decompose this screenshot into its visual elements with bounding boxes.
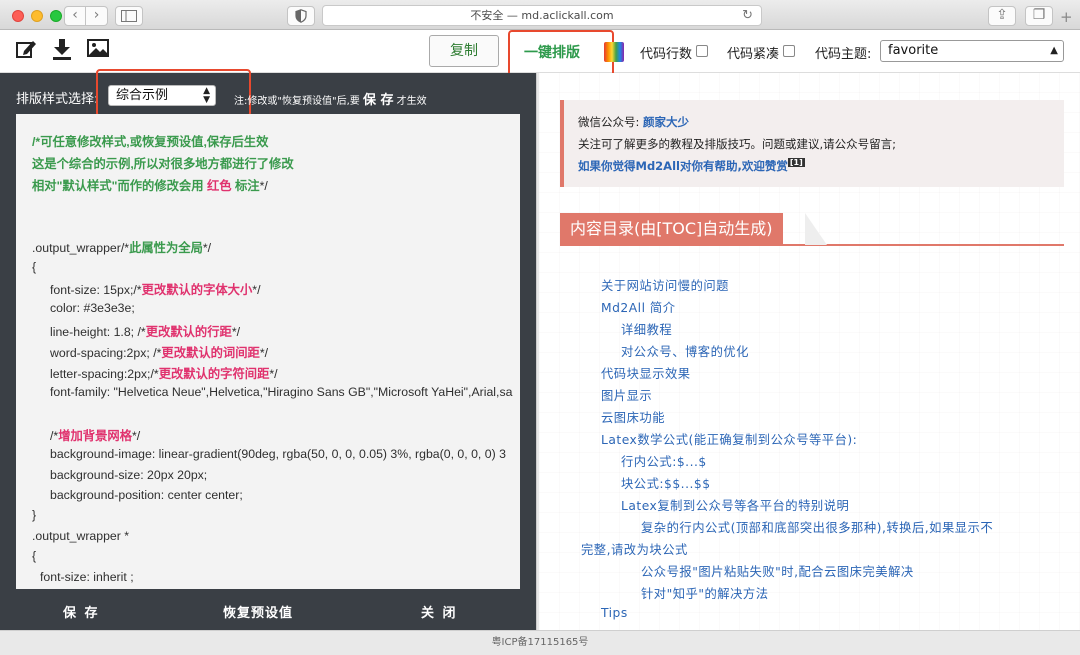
toc-link[interactable]: 代码块显示效果: [601, 364, 691, 382]
select-arrows-icon: ▲ ▼: [203, 86, 210, 105]
code-line: {: [32, 260, 37, 274]
footnote-ref: [1]: [787, 158, 805, 167]
line-numbers-checkbox[interactable]: [696, 45, 708, 57]
wechat-follow-line: 关注可了解更多的教程及排版技巧。问题或建议,请公众号留言;: [578, 137, 897, 151]
style-editor-panel: 排版样式选择: 综合示例 ▲ ▼ 注:修改或"恢复预设值"后,要 保 存 才生效 …: [0, 69, 536, 630]
toc-link[interactable]: 图片显示: [601, 386, 652, 404]
color-palette-icon[interactable]: [604, 42, 624, 62]
save-note: 注:修改或"恢复预设值"后,要 保 存 才生效: [234, 89, 427, 108]
code-line: .output_wrapper/*此属性为全局*/: [32, 241, 212, 255]
style-select-value: 综合示例: [116, 88, 169, 103]
code-line: .output_wrapper *: [32, 529, 130, 543]
code-line: {: [32, 549, 37, 563]
sidebar-icon[interactable]: [115, 6, 143, 26]
forward-icon[interactable]: ›: [86, 6, 108, 26]
code-line: }: [32, 508, 37, 522]
note-prefix: 注:修改或"恢复预设值"后,要: [234, 96, 360, 107]
code-line: font-size: inherit ;: [40, 570, 134, 584]
toc-link[interactable]: 对公众号、博客的优化: [621, 342, 749, 360]
toc-link[interactable]: 公众号报"图片粘贴失败"时,配合云图床完美解决: [641, 562, 914, 580]
minimize-window-button[interactable]: [31, 10, 43, 22]
style-select[interactable]: 综合示例 ▲ ▼: [108, 85, 216, 106]
code-line: background-size: 20px 20px;: [50, 468, 208, 482]
toc-link[interactable]: 行内公式:$...$: [621, 452, 707, 470]
toc-link[interactable]: Latex复制到公众号等各平台的特别说明: [621, 496, 849, 514]
code-line: letter-spacing:2px;/*更改默认的字符间距*/: [50, 367, 278, 381]
select-arrows-icon: ▲: [1050, 45, 1058, 56]
reset-defaults-button[interactable]: 恢复预设值: [223, 602, 293, 621]
line-numbers-label: 代码行数: [640, 47, 693, 62]
toc-link[interactable]: Tips: [601, 606, 628, 620]
toc-link[interactable]: Md2All 简介: [601, 298, 676, 316]
close-window-button[interactable]: [12, 10, 24, 22]
one-click-typeset-button[interactable]: 一键排版: [524, 42, 580, 62]
toc-link[interactable]: 关于网站访问慢的问题: [601, 276, 729, 294]
code-line: /*增加背景网格*/: [50, 429, 141, 443]
toc-link[interactable]: 针对"知乎"的解决方法: [641, 584, 769, 602]
code-line: font-family: "Helvetica Neue",Helvetica,…: [50, 385, 513, 399]
toc-link[interactable]: 云图床功能: [601, 408, 665, 426]
code-line: 这是个综合的示例,所以对很多地方都进行了修改: [32, 157, 294, 171]
browser-titlebar: ‹ › 不安全 — md.aclickall.com ↻ ⇪ ❐ +: [0, 0, 1080, 30]
zoom-window-button[interactable]: [50, 10, 62, 22]
wechat-info-box: 微信公众号: 颜家大少 关注可了解更多的教程及排版技巧。问题或建议,请公众号留言…: [560, 100, 1064, 187]
compact-code-label: 代码紧凑: [727, 47, 780, 62]
css-code-editor[interactable]: /*可任意修改样式,或恢复预设值,保存后生效 这是个综合的示例,所以对很多地方都…: [16, 114, 520, 589]
code-line: /*可任意修改样式,或恢复预设值,保存后生效: [32, 135, 269, 149]
compact-code-checkbox[interactable]: [783, 45, 795, 57]
wechat-donate-link[interactable]: 如果你觉得Md2All对你有帮助,欢迎赞赏 [1]: [578, 158, 805, 174]
code-line: line-height: 1.8; /*更改默认的行距*/: [50, 325, 241, 339]
address-bar[interactable]: 不安全 — md.aclickall.com ↻: [322, 5, 762, 26]
toc-link[interactable]: 详细教程: [621, 320, 672, 338]
toc-link[interactable]: 复杂的行内公式(顶部和底部突出很多那种),转换后,如果显示不: [641, 518, 993, 536]
code-line: background-position: center center;: [50, 488, 243, 502]
close-button[interactable]: 关 闭: [421, 602, 458, 621]
note-save-word: 保 存: [362, 93, 394, 108]
code-line: font-size: 15px;/*更改默认的字体大小*/: [50, 283, 261, 297]
code-theme-value: favorite: [888, 43, 939, 58]
reload-icon[interactable]: ↻: [742, 6, 753, 25]
code-line: word-spacing:2px; /*更改默认的词间距*/: [50, 346, 269, 360]
icp-footer: 粤ICP备17115165号: [0, 630, 1080, 655]
save-button[interactable]: 保 存: [63, 602, 100, 621]
style-selector-bar: 排版样式选择: 综合示例 ▲ ▼ 注:修改或"恢复预设值"后,要 保 存 才生效: [0, 69, 536, 117]
url-text: 不安全 — md.aclickall.com: [470, 9, 614, 22]
toc-link[interactable]: 完整,请改为块公式: [581, 540, 688, 558]
code-line: 相对"默认样式"而作的修改会用 红色 标注*/: [32, 179, 268, 193]
toc-link[interactable]: 块公式:$$...$$: [621, 474, 711, 492]
style-select-label: 排版样式选择:: [16, 92, 99, 107]
download-icon[interactable]: [51, 38, 75, 62]
code-theme-label: 代码主题:: [815, 47, 872, 62]
privacy-shield-icon[interactable]: [287, 6, 315, 26]
wechat-account-line: 微信公众号: 颜家大少: [578, 115, 690, 129]
copy-button[interactable]: 复制: [429, 35, 499, 67]
app-toolbar: 复制 一键排版 代码行数 代码紧凑 代码主题: favorite ▲: [0, 30, 1080, 78]
code-theme-select[interactable]: favorite ▲: [880, 40, 1064, 62]
image-icon[interactable]: [87, 38, 111, 62]
toc-link[interactable]: Latex数学公式(能正确复制到公众号等平台):: [601, 430, 857, 448]
new-tab-icon[interactable]: +: [1060, 8, 1073, 26]
share-icon[interactable]: ⇪: [988, 6, 1016, 26]
preview-pane[interactable]: 微信公众号: 颜家大少 关注可了解更多的教程及排版技巧。问题或建议,请公众号留言…: [539, 73, 1080, 630]
note-suffix: 才生效: [396, 96, 427, 107]
editor-actions: 保 存 恢复预设值 关 闭: [0, 589, 536, 630]
back-icon[interactable]: ‹: [64, 6, 86, 26]
toc-title-shadow: [805, 213, 827, 245]
code-line: color: #3e3e3e;: [50, 301, 135, 315]
toc-title: 内容目录(由[TOC]自动生成): [560, 213, 783, 245]
tab-overview-icon[interactable]: ❐: [1025, 6, 1053, 26]
code-line: background-image: linear-gradient(90deg,…: [50, 447, 506, 461]
edit-icon[interactable]: [15, 38, 39, 62]
